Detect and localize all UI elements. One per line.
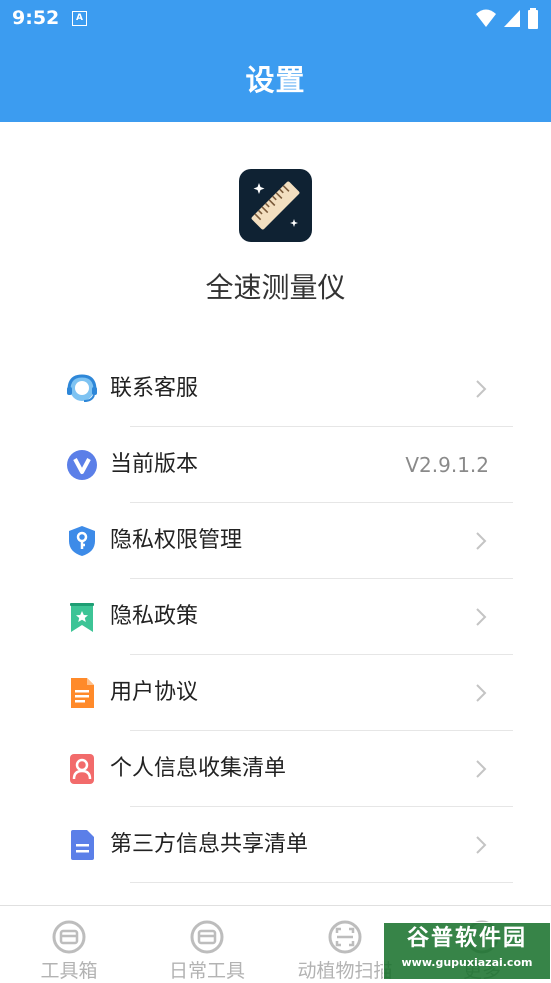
bookmark-star-icon (70, 603, 94, 632)
menu-label: 隐私政策 (110, 604, 199, 629)
version-value: V2.9.1.2 (405, 453, 489, 477)
menu-label: 第三方信息共享清单 (110, 832, 309, 857)
watermark: 谷普软件园 www.gupuxiazai.com (383, 922, 551, 980)
notification-icon: A (72, 11, 87, 26)
watermark-url: www.gupuxiazai.com (401, 956, 533, 969)
signal-icon (504, 10, 520, 27)
chevron-right-icon (476, 380, 487, 398)
chevron-right-icon (476, 608, 487, 626)
file-list-icon (71, 830, 94, 860)
chevron-right-icon (476, 836, 487, 854)
nav-label: 日常工具 (168, 960, 245, 982)
ruler-icon (251, 181, 300, 230)
app-logo (239, 169, 312, 242)
user-card-icon (70, 754, 94, 784)
headset-icon (67, 374, 97, 402)
status-icons (475, 8, 539, 30)
menu-item-current-version[interactable]: 当前版本 V2.9.1.2 (0, 427, 551, 503)
menu-item-user-agreement[interactable]: 用户协议 (0, 655, 551, 731)
menu-item-third-party-sharing[interactable]: 第三方信息共享清单 (0, 807, 551, 883)
menu-item-contact-support[interactable]: 联系客服 (0, 351, 551, 427)
menu-label: 隐私权限管理 (110, 528, 243, 553)
daily-tools-icon (190, 920, 224, 954)
menu-item-personal-info-list[interactable]: 个人信息收集清单 (0, 731, 551, 807)
chevron-right-icon (476, 760, 487, 778)
toolbox-icon (52, 920, 86, 954)
app-name: 全速测量仪 (205, 271, 346, 304)
document-icon (71, 678, 94, 708)
chevron-right-icon (476, 532, 487, 550)
menu-label: 当前版本 (110, 452, 199, 477)
menu-item-privacy-policy[interactable]: 隐私政策 (0, 579, 551, 655)
nav-label: 工具箱 (40, 960, 98, 982)
chevron-right-icon (476, 684, 487, 702)
tab-daily-tools[interactable]: 日常工具 (138, 906, 276, 982)
app-bar: 设置 (0, 38, 551, 122)
tab-toolbox[interactable]: 工具箱 (0, 906, 138, 982)
page-title: 设置 (245, 63, 306, 97)
wifi-icon (476, 9, 496, 27)
divider (130, 882, 513, 883)
menu-label: 用户协议 (110, 680, 199, 705)
version-icon (67, 450, 97, 480)
status-time: 9:52 (12, 7, 60, 29)
scan-icon (328, 920, 362, 954)
battery-icon (528, 8, 538, 29)
menu-label: 联系客服 (110, 376, 199, 401)
shield-key-icon (69, 526, 95, 556)
watermark-title: 谷普软件园 (406, 926, 527, 951)
menu-item-privacy-permissions[interactable]: 隐私权限管理 (0, 503, 551, 579)
status-bar: 9:52 A (0, 0, 551, 38)
menu-label: 个人信息收集清单 (110, 756, 287, 781)
